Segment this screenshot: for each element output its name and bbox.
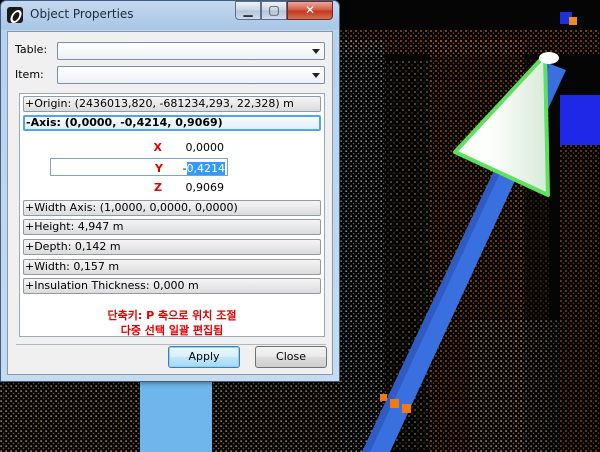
dialog-body: Table: Item: +Origin: (2436013,820, -681… — [7, 31, 333, 375]
title-bar[interactable]: Object Properties ▁ ▢ ✕ — [1, 1, 339, 29]
minimize-button[interactable]: ▁ — [235, 1, 261, 20]
close-button[interactable]: Close — [255, 346, 327, 368]
property-axis[interactable]: -Axis: (0,0000, -0,4214, 0,9069) — [23, 115, 321, 131]
hint-line-2: 다중 선택 일괄 편집됨 — [120, 324, 224, 337]
chevron-down-icon — [312, 49, 320, 54]
property-insulation-thickness[interactable]: +Insulation Thickness: 0,000 m — [23, 278, 321, 294]
divider — [16, 344, 326, 345]
axis-x-input[interactable]: 0,0000 — [172, 141, 225, 154]
property-width-axis[interactable]: +Width Axis: (1,0000, 0,0000, 0,0000) — [23, 200, 321, 216]
axis-z-row: Z 0,9069 — [50, 178, 228, 196]
axis-z-input[interactable]: 0,9069 — [172, 181, 225, 194]
apply-button[interactable]: Apply — [168, 346, 240, 368]
table-label: Table: — [15, 43, 48, 56]
hint-line-1: 단축키: P 축으로 위치 조절 — [107, 309, 237, 322]
chevron-down-icon — [312, 73, 320, 78]
close-window-button[interactable]: ✕ — [287, 1, 333, 20]
axis-y-sign: - — [182, 162, 187, 175]
axis-z-label: Z — [154, 181, 162, 194]
axis-x-label: X — [153, 141, 162, 154]
object-properties-dialog: Object Properties ▁ ▢ ✕ Table: Item: +Or… — [0, 0, 340, 382]
app-logo-icon — [7, 7, 23, 23]
axis-y-label: Y — [155, 162, 163, 175]
axis-x-row: X 0,0000 — [50, 138, 228, 156]
maximize-button[interactable]: ▢ — [261, 1, 287, 20]
property-list: +Origin: (2436013,820, -681234,293, 22,3… — [19, 93, 325, 337]
item-label: Item: — [15, 68, 44, 81]
axis-y-row: Y -0,4214 — [50, 158, 228, 176]
window-title: Object Properties — [30, 7, 134, 21]
table-dropdown[interactable] — [57, 42, 325, 60]
axis-y-input[interactable]: -0,4214 — [173, 162, 225, 175]
item-dropdown[interactable] — [57, 66, 325, 84]
property-width[interactable]: +Width: 0,157 m — [23, 259, 321, 275]
property-depth[interactable]: +Depth: 0,142 m — [23, 239, 321, 255]
property-height[interactable]: +Height: 4,947 m — [23, 219, 321, 235]
property-origin[interactable]: +Origin: (2436013,820, -681234,293, 22,3… — [23, 96, 321, 112]
axis-y-selected-text: 0,4214 — [186, 162, 225, 175]
